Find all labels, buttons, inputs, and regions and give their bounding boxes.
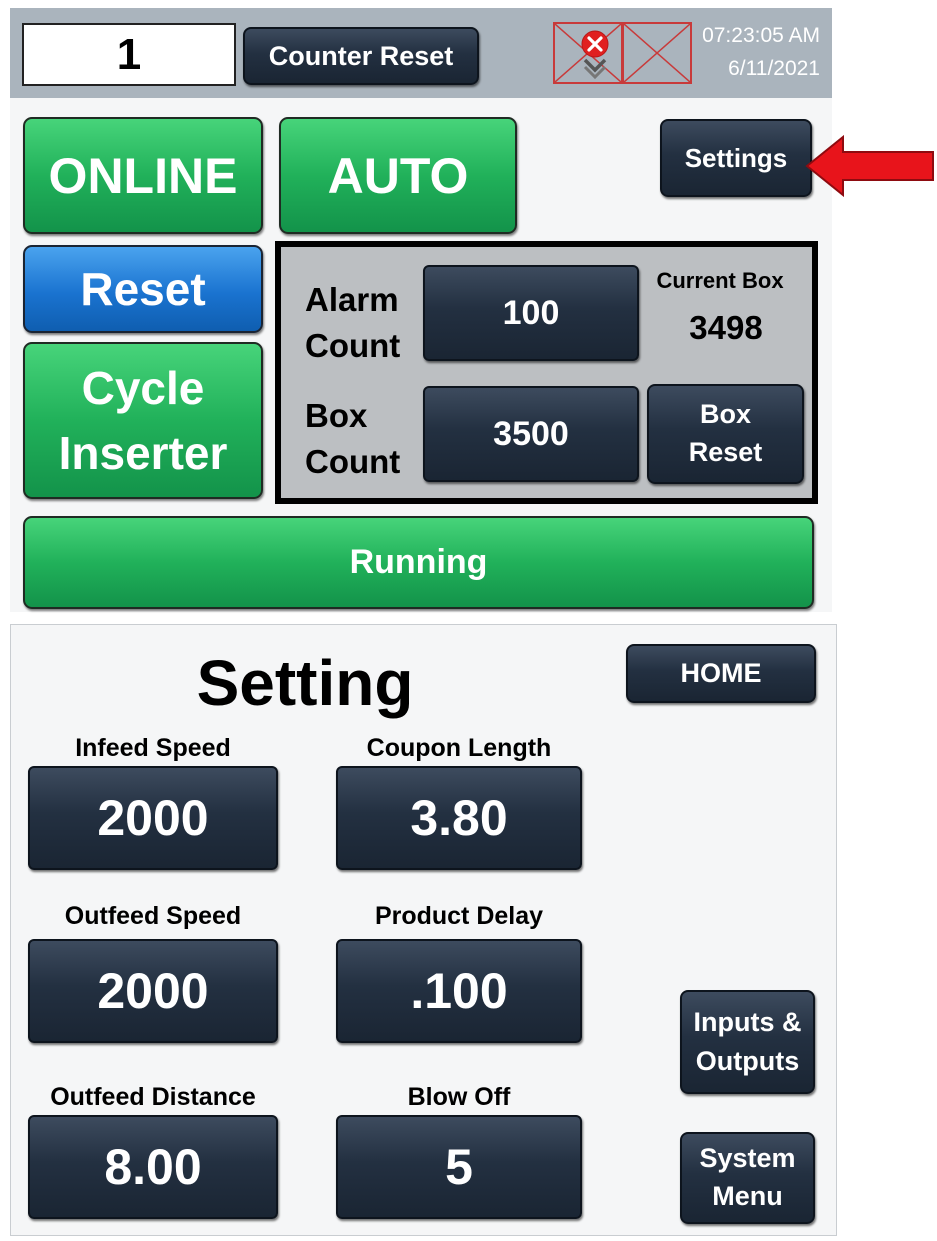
alarm-count-label: Alarm Count	[305, 277, 425, 369]
system-menu-label-line2: Menu	[712, 1181, 783, 1211]
running-status-bar[interactable]: Running	[23, 516, 814, 609]
alarm-count-label-line2: Count	[305, 327, 401, 364]
box-reset-label-line1: Box	[699, 399, 751, 430]
clock-time: 07:23:05 AM	[702, 24, 820, 47]
clock-date: 6/11/2021	[728, 57, 820, 80]
box-count-label-line1: Box	[305, 397, 368, 434]
box-count-input[interactable]: 3500	[423, 386, 639, 482]
box-count-label-line2: Count	[305, 443, 401, 480]
cycle-inserter-label-line1: Cycle	[81, 362, 205, 415]
system-menu-label-line1: System	[699, 1143, 796, 1174]
red-arrow-icon	[805, 135, 934, 197]
box-count-label: Box Count	[305, 393, 425, 485]
online-button[interactable]: ONLINE	[23, 117, 263, 234]
infeed-speed-label: Infeed Speed	[75, 734, 231, 762]
box-reset-label-line2: Reset	[688, 437, 763, 467]
outfeed-speed-input[interactable]: 2000	[28, 939, 278, 1043]
alarm-count-input[interactable]: 100	[423, 265, 639, 361]
counter-reset-button[interactable]: Counter Reset	[243, 27, 479, 85]
inputs-outputs-label-line1: Inputs &	[693, 1006, 802, 1037]
box-reset-button[interactable]: Box Reset	[647, 384, 804, 484]
inputs-outputs-button[interactable]: Inputs & Outputs	[680, 990, 815, 1094]
home-button[interactable]: HOME	[626, 644, 816, 703]
placeholder-x-icon	[623, 23, 691, 83]
settings-button[interactable]: Settings	[660, 119, 812, 197]
outfeed-speed-label: Outfeed Speed	[64, 902, 242, 930]
coupon-length-input[interactable]: 3.80	[336, 766, 582, 870]
current-box-label: Current Box	[656, 268, 784, 293]
blow-off-input[interactable]: 5	[336, 1115, 582, 1219]
error-x-circle-icon	[554, 23, 622, 83]
coupon-length-label: Coupon Length	[366, 734, 552, 762]
alarm-count-label-line1: Alarm	[305, 281, 399, 318]
system-menu-button[interactable]: System Menu	[680, 1132, 815, 1224]
product-delay-input[interactable]: .100	[336, 939, 582, 1043]
counter-display: 1	[22, 23, 236, 86]
infeed-speed-input[interactable]: 2000	[28, 766, 278, 870]
blow-off-label: Blow Off	[407, 1083, 511, 1111]
current-box-value: 3498	[689, 309, 763, 346]
alarm-indicator[interactable]	[553, 22, 623, 84]
outfeed-distance-input[interactable]: 8.00	[28, 1115, 278, 1219]
outfeed-distance-label: Outfeed Distance	[50, 1083, 256, 1111]
product-delay-label: Product Delay	[374, 902, 544, 930]
cycle-inserter-label-line2: Inserter	[58, 426, 228, 479]
inputs-outputs-label-line2: Outputs	[695, 1046, 800, 1076]
cycle-inserter-button[interactable]: Cycle Inserter	[23, 342, 263, 499]
reset-button[interactable]: Reset	[23, 245, 263, 333]
page-title: Setting	[196, 647, 414, 719]
empty-indicator	[622, 22, 692, 84]
auto-button[interactable]: AUTO	[279, 117, 517, 234]
